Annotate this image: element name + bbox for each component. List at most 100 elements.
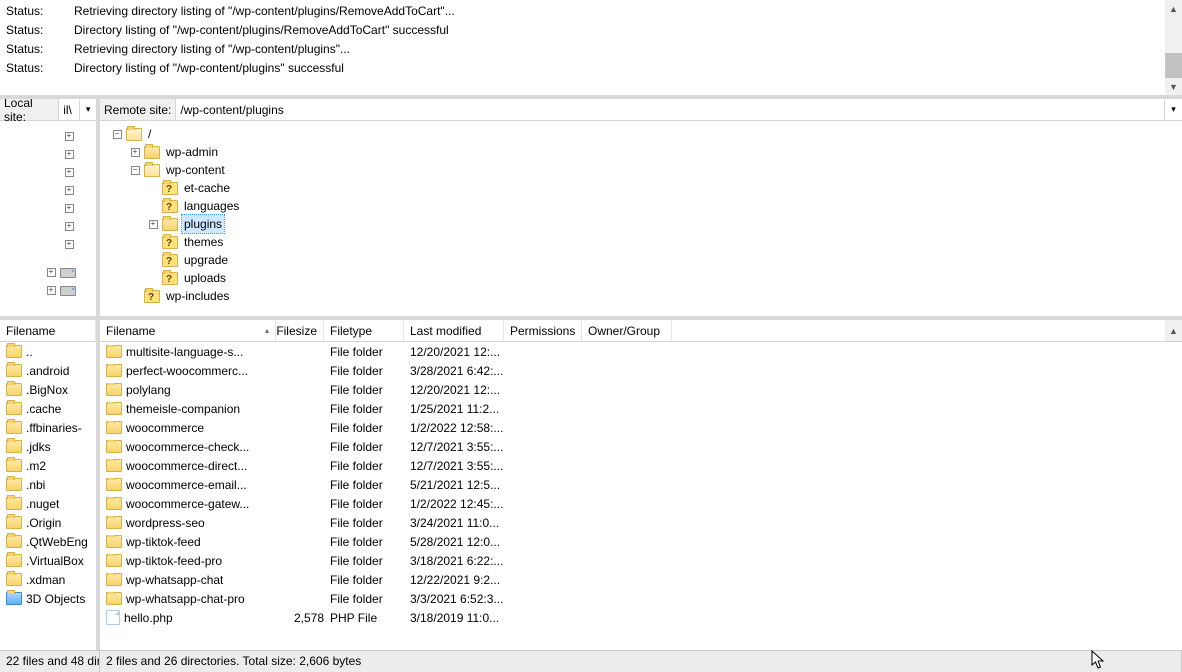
tree-row[interactable]: +	[0, 181, 96, 199]
list-item[interactable]: .QtWebEng	[0, 532, 96, 551]
remote-tree[interactable]: −/ +wp-admin −wp-content et-cache langua…	[100, 121, 1182, 316]
file-date: 12/7/2021 3:55:...	[410, 459, 510, 473]
tree-row[interactable]: et-cache	[104, 179, 1182, 197]
folder-icon	[6, 383, 22, 396]
list-item[interactable]: woocommerce-check...File folder12/7/2021…	[100, 437, 1182, 456]
local-file-list[interactable]: .. .android .BigNox.cache.ffbinaries-.jdks…	[0, 342, 96, 650]
list-item[interactable]: wp-tiktok-feedFile folder5/28/2021 12:0.…	[100, 532, 1182, 551]
tree-row[interactable]: −wp-content	[104, 161, 1182, 179]
list-item[interactable]: .xdman	[0, 570, 96, 589]
tree-row[interactable]: wp-includes	[104, 287, 1182, 305]
list-item[interactable]: .ffbinaries-	[0, 418, 96, 437]
list-item[interactable]: perfect-woocommerc...File folder3/28/202…	[100, 361, 1182, 380]
tree-row[interactable]: +plugins	[104, 215, 1182, 233]
list-item[interactable]: ..	[0, 342, 96, 361]
folder-icon	[106, 440, 122, 453]
col-header-filename[interactable]: Filename ▴	[100, 320, 276, 341]
local-files-pane: Filename .. .android .BigNox.cache.ffbinar…	[0, 320, 100, 650]
remote-file-list[interactable]: multisite-language-s...File folder12/20/…	[100, 342, 1182, 650]
scroll-up-icon[interactable]: ▲	[1165, 0, 1182, 17]
folder-icon	[6, 535, 22, 548]
file-name: woocommerce-check...	[126, 440, 249, 454]
folder-icon	[106, 383, 122, 396]
local-tree[interactable]: + + + + + + + + +	[0, 121, 96, 316]
status-message: Retrieving directory listing of "/wp-con…	[74, 40, 350, 59]
tree-row[interactable]: +	[0, 217, 96, 235]
tree-row[interactable]: themes	[104, 233, 1182, 251]
file-icon	[106, 610, 120, 625]
tree-row[interactable]: +	[0, 199, 96, 217]
file-date: 3/18/2019 11:0...	[410, 611, 510, 625]
tree-row[interactable]: +	[0, 263, 96, 281]
list-item[interactable]: .nbi	[0, 475, 96, 494]
list-item[interactable]: hello.php2,578PHP File3/18/2019 11:0...	[100, 608, 1182, 627]
sort-asc-icon: ▴	[265, 326, 269, 335]
col-header-label: Filename	[106, 324, 155, 338]
remote-site-dropdown[interactable]: ▾	[1164, 100, 1182, 120]
tree-row[interactable]: +	[0, 235, 96, 253]
tree-row[interactable]: +	[0, 127, 96, 145]
col-header-lastmod[interactable]: Last modified	[404, 320, 504, 341]
list-item[interactable]: .VirtualBox	[0, 551, 96, 570]
col-header-filetype[interactable]: Filetype	[324, 320, 404, 341]
folder-icon	[6, 421, 22, 434]
file-name: 3D Objects	[26, 592, 85, 606]
list-item[interactable]: woocommerceFile folder1/2/2022 12:58:...	[100, 418, 1182, 437]
tree-row[interactable]: +	[0, 145, 96, 163]
list-item[interactable]: woocommerce-email...File folder5/21/2021…	[100, 475, 1182, 494]
col-header-filename[interactable]: Filename	[0, 320, 96, 341]
list-item[interactable]: .jdks	[0, 437, 96, 456]
list-item[interactable]: .m2	[0, 456, 96, 475]
folder-icon	[106, 421, 122, 434]
list-item[interactable]: wp-tiktok-feed-proFile folder3/18/2021 6…	[100, 551, 1182, 570]
list-item[interactable]: .android	[0, 361, 96, 380]
tree-row[interactable]: uploads	[104, 269, 1182, 287]
folder-icon	[6, 554, 22, 567]
scroll-up-icon[interactable]: ▲	[1165, 320, 1182, 341]
list-item[interactable]: .BigNox	[0, 380, 96, 399]
status-label: Status:	[6, 21, 46, 40]
tree-row[interactable]: +	[0, 163, 96, 181]
list-item[interactable]: wordpress-seoFile folder3/24/2021 11:0..…	[100, 513, 1182, 532]
file-date: 1/2/2022 12:58:...	[410, 421, 510, 435]
list-item[interactable]: .cache	[0, 399, 96, 418]
list-item[interactable]: wp-whatsapp-chat-proFile folder3/3/2021 …	[100, 589, 1182, 608]
folder-unknown-icon	[162, 236, 178, 249]
list-item[interactable]: woocommerce-gatew...File folder1/2/2022 …	[100, 494, 1182, 513]
scroll-down-icon[interactable]: ▼	[1165, 78, 1182, 95]
status-message: Directory listing of "/wp-content/plugin…	[74, 59, 344, 78]
file-type: File folder	[330, 459, 410, 473]
tree-row[interactable]: +wp-admin	[104, 143, 1182, 161]
folder-icon	[106, 402, 122, 415]
list-item[interactable]: .nuget	[0, 494, 96, 513]
remote-site-input[interactable]	[176, 99, 1164, 120]
col-header-filesize[interactable]: Filesize	[276, 320, 324, 341]
tree-row[interactable]: languages	[104, 197, 1182, 215]
file-name: .android	[26, 364, 69, 378]
list-item[interactable]: multisite-language-s...File folder12/20/…	[100, 342, 1182, 361]
list-item[interactable]: .Origin	[0, 513, 96, 532]
list-item[interactable]: 3D Objects	[0, 589, 96, 608]
list-item[interactable]: polylangFile folder12/20/2021 12:...	[100, 380, 1182, 399]
folder-icon	[6, 440, 22, 453]
folder-unknown-icon	[162, 200, 178, 213]
list-item[interactable]: wp-whatsapp-chatFile folder12/22/2021 9:…	[100, 570, 1182, 589]
folder-icon	[144, 146, 160, 159]
col-header-perms[interactable]: Permissions	[504, 320, 582, 341]
col-header-owner[interactable]: Owner/Group	[582, 320, 672, 341]
folder-icon	[144, 164, 160, 177]
tree-row[interactable]: upgrade	[104, 251, 1182, 269]
status-label: Status:	[6, 59, 46, 78]
local-site-dropdown[interactable]: ▾	[79, 100, 96, 120]
tree-label: wp-content	[164, 161, 227, 179]
local-site-input[interactable]	[59, 99, 79, 120]
list-item[interactable]: themeisle-companionFile folder1/25/2021 …	[100, 399, 1182, 418]
file-name: woocommerce-direct...	[126, 459, 247, 473]
list-item[interactable]: woocommerce-direct... File folder12/7/202…	[100, 456, 1182, 475]
folder-icon	[6, 459, 22, 472]
tree-row[interactable]: +	[0, 281, 96, 299]
file-name: .Origin	[26, 516, 61, 530]
file-size: 2,578	[282, 611, 330, 625]
status-scrollbar[interactable]: ▲ ▼	[1165, 0, 1182, 95]
tree-row[interactable]: −/	[104, 125, 1182, 143]
